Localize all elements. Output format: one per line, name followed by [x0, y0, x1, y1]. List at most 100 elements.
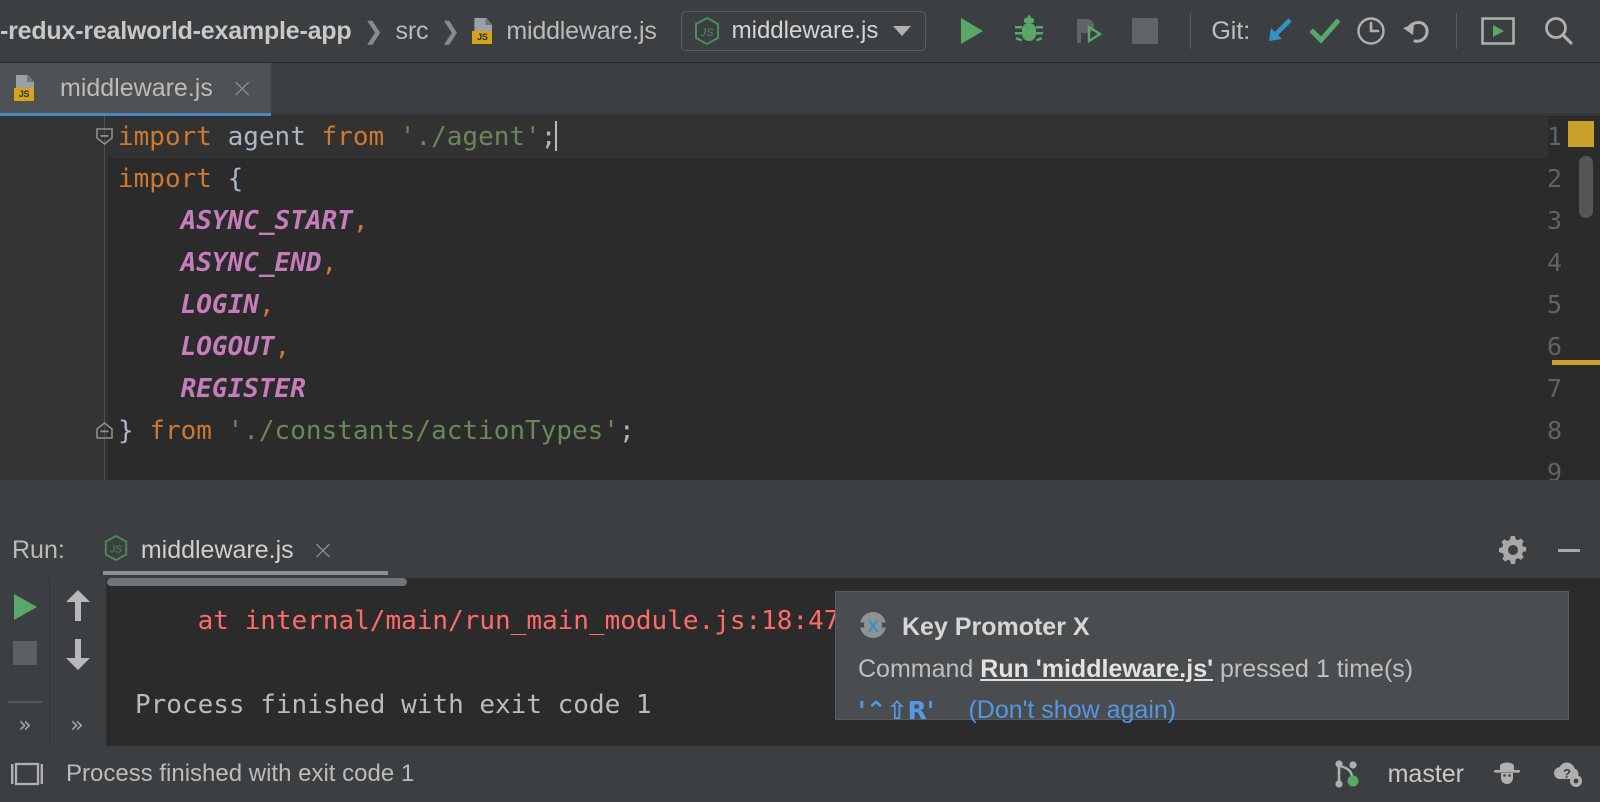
code-editor[interactable]: 123456789 import agent from './agent'; im…	[0, 116, 1600, 516]
code-line[interactable]: LOGIN,	[118, 284, 275, 326]
chevron-down-icon	[893, 26, 912, 36]
code-token: }	[118, 416, 150, 446]
console-error-line[interactable]: at internal/main/run_main_module.js:18:4…	[135, 600, 840, 642]
editor-scrollbar-thumb[interactable]	[1579, 156, 1593, 218]
console-output-line[interactable]: Process finished with exit code 1	[135, 684, 652, 726]
run-tab-underline	[102, 571, 388, 575]
notification-title-row: X Key Promoter X	[858, 610, 1546, 645]
fold-collapse-icon[interactable]	[95, 127, 114, 146]
key-promoter-x-icon: X	[858, 610, 888, 645]
gutter-line-number: 8	[1546, 416, 1562, 445]
dont-show-again-link[interactable]: (Don't show again)	[968, 696, 1176, 725]
git-label: Git:	[1211, 16, 1251, 45]
git-rollback-button[interactable]	[1394, 8, 1440, 54]
code-token: REGISTER	[180, 374, 306, 404]
code-token: ,	[321, 248, 338, 278]
run-tab-middleware-js[interactable]: JS middleware.js ×	[102, 522, 388, 578]
fold-expand-icon[interactable]	[95, 421, 114, 440]
breadcrumb-item-file[interactable]: middleware.js	[506, 17, 656, 46]
git-history-button[interactable]	[1348, 8, 1394, 54]
gutter-divider	[8, 701, 42, 703]
code-token: ;	[618, 416, 635, 446]
run-panel-title: Run:	[12, 535, 65, 564]
gutter-line-number: 1	[1546, 122, 1562, 151]
up-stacktrace-button[interactable]	[61, 588, 95, 624]
expand-left-button[interactable]: »	[10, 710, 40, 740]
stop-button[interactable]	[1122, 8, 1168, 54]
editor-tab-label: middleware.js	[60, 73, 213, 102]
console-horizontal-scrollbar[interactable]	[107, 578, 407, 586]
git-branch-icon[interactable]	[1332, 759, 1362, 789]
terminal-window-icon[interactable]	[1475, 8, 1521, 54]
git-update-button[interactable]	[1256, 8, 1302, 54]
code-token: ,	[352, 206, 369, 236]
power-save-hat-icon[interactable]	[1490, 759, 1524, 789]
code-token: ASYNC_END	[180, 248, 322, 278]
inspection-warning-indicator[interactable]	[1568, 121, 1594, 147]
code-line[interactable]: import agent from './agent';	[118, 116, 558, 158]
run-button[interactable]	[948, 8, 994, 54]
git-branch-label[interactable]: master	[1388, 760, 1464, 789]
breadcrumb-separator: ❯	[440, 17, 461, 45]
run-gutter-left: »	[0, 578, 49, 746]
code-token: import	[118, 122, 212, 152]
code-token: agent	[227, 122, 306, 152]
expand-right-button[interactable]: »	[62, 710, 92, 740]
ide-window: -redux-realworld-example-app ❯ src ❯ JS …	[0, 0, 1600, 802]
breadcrumb-item-src[interactable]: src	[396, 17, 429, 46]
toggle-sidebar-icon[interactable]	[10, 759, 44, 789]
editor-tab-middleware-js[interactable]: JS middleware.js ×	[0, 63, 272, 116]
gutter-line-number: 5	[1546, 290, 1562, 319]
search-icon[interactable]	[1535, 8, 1581, 54]
js-file-icon: JS	[14, 75, 38, 101]
run-tab-label: middleware.js	[140, 535, 294, 564]
toolbar-divider	[1456, 13, 1458, 49]
notification-message: Command Run 'middleware.js' pressed 1 ti…	[858, 655, 1546, 684]
editor-bottom-spacer	[0, 480, 1600, 522]
stop-process-button[interactable]	[10, 638, 40, 668]
code-token: ASYNC_START	[180, 206, 353, 236]
code-token: from	[321, 122, 385, 152]
code-line[interactable]: REGISTER	[118, 368, 306, 410]
svg-text:JS: JS	[109, 544, 122, 555]
run-gutter-right: »	[50, 578, 106, 746]
code-line[interactable]: ASYNC_END,	[118, 242, 338, 284]
close-icon[interactable]: ×	[225, 75, 272, 102]
minimize-icon[interactable]	[1554, 535, 1584, 565]
ide-help-settings-icon[interactable]: ?	[1550, 759, 1584, 789]
run-configuration-label: middleware.js	[731, 17, 879, 44]
down-stacktrace-button[interactable]	[61, 636, 95, 672]
breadcrumb-item-project[interactable]: -redux-realworld-example-app	[0, 17, 352, 46]
gutter-line-number: 7	[1546, 374, 1562, 403]
code-token: LOGIN	[180, 290, 259, 320]
fold-guide-line	[104, 116, 105, 516]
editor-gutter[interactable]	[0, 116, 108, 516]
nodejs-icon: JS	[103, 534, 129, 567]
code-token: import	[118, 164, 212, 194]
code-token: './constants/actionTypes'	[227, 416, 619, 446]
code-token: ;	[540, 122, 557, 152]
run-with-coverage-button[interactable]	[1064, 8, 1110, 54]
notification-command: Run 'middleware.js'	[980, 655, 1214, 683]
git-commit-button[interactable]	[1302, 8, 1348, 54]
js-file-icon: JS	[472, 18, 496, 44]
gear-icon[interactable]	[1498, 535, 1528, 565]
code-line[interactable]: } from './constants/actionTypes';	[118, 410, 635, 452]
close-icon[interactable]: ×	[306, 537, 353, 564]
debug-button[interactable]	[1006, 8, 1052, 54]
code-line[interactable]: ASYNC_START,	[118, 200, 369, 242]
editor-warning-stripe[interactable]	[1552, 360, 1600, 365]
code-line[interactable]: import {	[118, 158, 243, 200]
code-line[interactable]: LOGOUT,	[118, 326, 291, 368]
run-configuration-selector[interactable]: JS middleware.js	[680, 11, 927, 51]
rerun-button[interactable]	[8, 590, 42, 624]
key-promoter-notification[interactable]: X Key Promoter X Command Run 'middleware…	[836, 592, 1568, 725]
code-token: LOGOUT	[180, 332, 275, 362]
